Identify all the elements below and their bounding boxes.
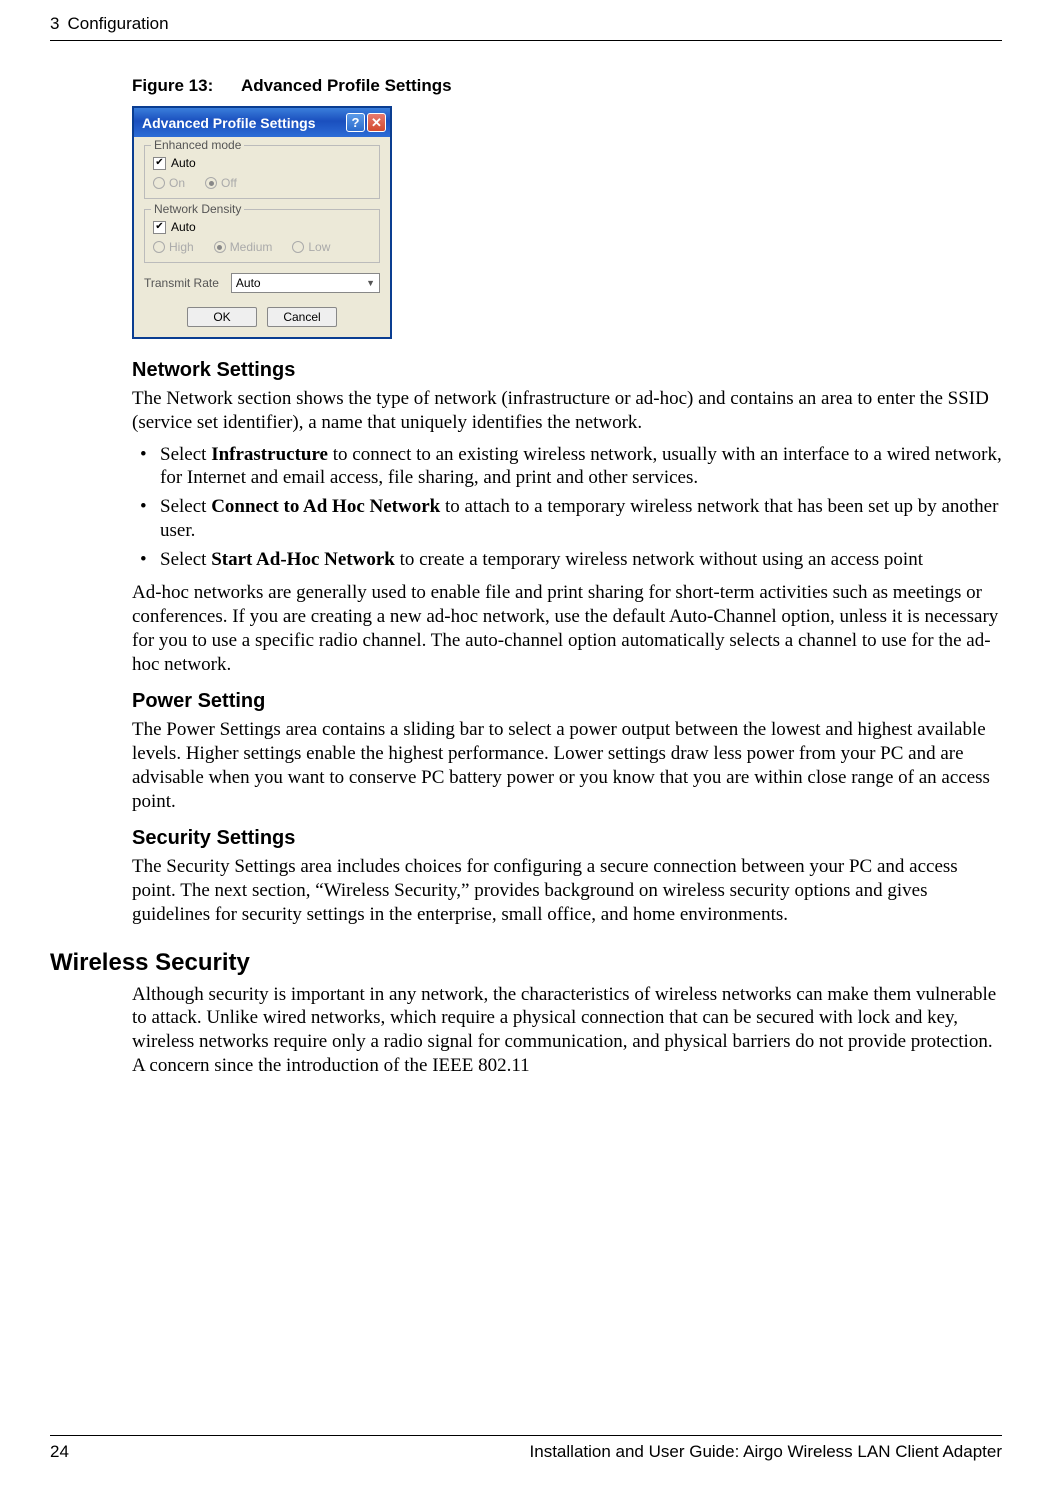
power-setting-para: The Power Settings area contains a slidi… [132, 718, 1002, 813]
content-area: Figure 13: Advanced Profile Settings Adv… [50, 76, 1002, 1078]
dialog-body: Enhanced mode ✔ Auto On Off [134, 137, 390, 337]
auto-checkbox[interactable]: ✔ [153, 157, 166, 170]
dialog-title: Advanced Profile Settings [142, 115, 315, 131]
enhanced-auto-row[interactable]: ✔ Auto [153, 156, 371, 170]
off-label: Off [221, 176, 237, 190]
off-radio [205, 177, 217, 189]
low-radio [292, 241, 304, 253]
ok-button[interactable]: OK [187, 307, 257, 327]
dialog-button-row: OK Cancel [144, 307, 380, 327]
chapter-title: Configuration [59, 14, 1002, 34]
high-label: High [169, 240, 194, 254]
page-footer: 24 Installation and User Guide: Airgo Wi… [50, 1435, 1002, 1462]
help-button[interactable]: ? [346, 113, 365, 132]
wireless-security-para: Although security is important in any ne… [132, 983, 1002, 1078]
doc-title: Installation and User Guide: Airgo Wirel… [530, 1442, 1002, 1462]
transmit-rate-label: Transmit Rate [144, 276, 219, 290]
auto-label: Auto [171, 156, 196, 170]
page-number: 24 [50, 1442, 69, 1462]
network-settings-heading: Network Settings [132, 359, 1002, 382]
bullet-infrastructure: Select Infrastructure to connect to an e… [160, 443, 1002, 491]
transmit-rate-row: Transmit Rate Auto ▼ [144, 273, 380, 293]
medium-radio [214, 241, 226, 253]
density-radio-row: High Medium Low [153, 240, 371, 254]
low-radio-group: Low [292, 240, 330, 254]
on-radio [153, 177, 165, 189]
wireless-security-heading: Wireless Security [50, 949, 1002, 977]
titlebar-buttons: ? ✕ [346, 113, 386, 132]
network-settings-bullets: Select Infrastructure to connect to an e… [132, 443, 1002, 572]
network-density-fieldset: Network Density ✔ Auto High Medium [144, 209, 380, 263]
dropdown-arrow-icon: ▼ [366, 278, 375, 288]
enhanced-mode-legend: Enhanced mode [151, 138, 244, 152]
density-auto-label: Auto [171, 220, 196, 234]
network-density-legend: Network Density [151, 202, 244, 216]
on-label: On [169, 176, 185, 190]
figure-caption: Figure 13: Advanced Profile Settings [132, 76, 1002, 96]
high-radio-group: High [153, 240, 194, 254]
chapter-number: 3 [50, 14, 59, 34]
advanced-profile-dialog: Advanced Profile Settings ? ✕ Enhanced m… [132, 106, 392, 339]
dialog-titlebar[interactable]: Advanced Profile Settings ? ✕ [134, 108, 390, 137]
security-settings-para: The Security Settings area includes choi… [132, 855, 1002, 926]
page-header: 3 Configuration [50, 14, 1002, 41]
cancel-button[interactable]: Cancel [267, 307, 337, 327]
medium-radio-group: Medium [214, 240, 273, 254]
density-auto-row[interactable]: ✔ Auto [153, 220, 371, 234]
adhoc-paragraph: Ad-hoc networks are generally used to en… [132, 581, 1002, 676]
off-radio-group: Off [205, 176, 237, 190]
on-radio-group: On [153, 176, 185, 190]
figure-title: Advanced Profile Settings [241, 76, 452, 95]
enhanced-radio-row: On Off [153, 176, 371, 190]
low-label: Low [308, 240, 330, 254]
network-settings-intro: The Network section shows the type of ne… [132, 387, 1002, 435]
transmit-rate-value: Auto [236, 276, 261, 290]
transmit-rate-dropdown[interactable]: Auto ▼ [231, 273, 380, 293]
figure-label: Figure 13: [132, 76, 213, 95]
density-auto-checkbox[interactable]: ✔ [153, 221, 166, 234]
power-setting-heading: Power Setting [132, 690, 1002, 713]
security-settings-heading: Security Settings [132, 827, 1002, 850]
bullet-connect-adhoc: Select Connect to Ad Hoc Network to atta… [160, 495, 1002, 543]
high-radio [153, 241, 165, 253]
close-button[interactable]: ✕ [367, 113, 386, 132]
medium-label: Medium [230, 240, 273, 254]
bullet-start-adhoc: Select Start Ad-Hoc Network to create a … [160, 548, 1002, 572]
enhanced-mode-fieldset: Enhanced mode ✔ Auto On Off [144, 145, 380, 199]
